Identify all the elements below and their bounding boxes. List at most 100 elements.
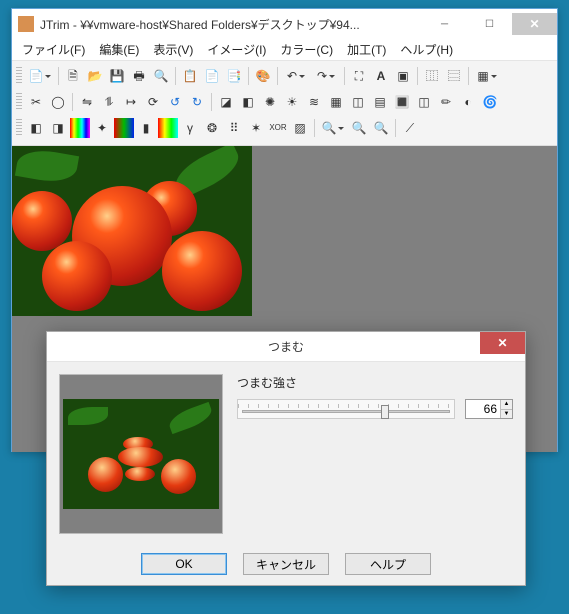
separator xyxy=(468,67,469,85)
cherry-decoration xyxy=(42,241,112,311)
menu-edit[interactable]: 編集(E) xyxy=(93,39,145,60)
cancel-button[interactable]: キャンセル xyxy=(243,553,329,575)
menu-color[interactable]: カラー(C) xyxy=(274,39,339,60)
dialog-buttons: OK キャンセル ヘルプ xyxy=(47,553,525,575)
toolbar-grip[interactable] xyxy=(16,67,22,85)
ok-button[interactable]: OK xyxy=(141,553,227,575)
dialog-close-button[interactable] xyxy=(480,332,525,354)
text-icon[interactable]: A xyxy=(371,66,391,86)
zoom-in-icon[interactable]: 🔍 xyxy=(349,118,369,138)
recent-icon[interactable]: 📄 xyxy=(26,66,54,86)
hue-icon[interactable] xyxy=(70,118,90,138)
eyedropper-icon[interactable]: ⟋ xyxy=(400,118,420,138)
noise-icon[interactable]: ⠿ xyxy=(224,118,244,138)
print-icon[interactable]: 🖶 xyxy=(129,66,149,86)
separator xyxy=(395,119,396,137)
transparent-icon[interactable]: ◐ xyxy=(458,92,478,112)
zoom-fit-icon[interactable]: 🔍 xyxy=(371,118,391,138)
help-button[interactable]: ヘルプ xyxy=(345,553,431,575)
dialog-body: つまむ強さ ▲ ▼ OK キャンセル ヘルプ xyxy=(47,362,525,585)
menu-help[interactable]: ヘルプ(H) xyxy=(394,39,459,60)
spin-down-icon[interactable]: ▼ xyxy=(500,410,512,419)
strength-slider[interactable] xyxy=(237,399,455,419)
rgb-icon[interactable]: ✦ xyxy=(92,118,112,138)
cherry-decoration xyxy=(88,457,123,492)
glass-icon[interactable]: ◫ xyxy=(348,92,368,112)
open-icon[interactable]: 📂 xyxy=(85,66,105,86)
flip-v-icon[interactable]: ⥮ xyxy=(99,92,119,112)
new-icon[interactable]: 🗎 xyxy=(63,66,83,86)
shift-icon[interactable]: ↦ xyxy=(121,92,141,112)
crop-icon[interactable]: ✂ xyxy=(26,92,46,112)
toolbar-grip[interactable] xyxy=(16,93,22,111)
gradient-icon[interactable] xyxy=(158,118,178,138)
zoom-out-icon[interactable]: 🔍 xyxy=(319,118,347,138)
fade-icon[interactable]: ◧ xyxy=(238,92,258,112)
leaf-decoration xyxy=(15,146,79,186)
resize-icon[interactable]: ⛶ xyxy=(349,66,369,86)
rotate-right-icon[interactable]: ↻ xyxy=(187,92,207,112)
compose-icon[interactable]: ▣ xyxy=(393,66,413,86)
copy-icon[interactable]: 📋 xyxy=(180,66,200,86)
grid-icon[interactable]: ▦ xyxy=(473,66,501,86)
paste-new-icon[interactable]: 📑 xyxy=(224,66,244,86)
texture-icon[interactable]: ▤ xyxy=(370,92,390,112)
strength-input[interactable] xyxy=(466,400,500,418)
menubar: ファイル(F) 編集(E) 表示(V) イメージ(I) カラー(C) 加工(T)… xyxy=(12,39,557,61)
gamma-icon[interactable]: γ xyxy=(180,118,200,138)
close-button[interactable] xyxy=(512,13,557,35)
save-icon[interactable]: 💾 xyxy=(107,66,127,86)
slider-thumb[interactable] xyxy=(381,405,389,419)
image-content xyxy=(12,146,252,316)
undo-icon[interactable]: ↶ xyxy=(282,66,310,86)
toolbar-grip[interactable] xyxy=(16,119,22,137)
button-icon[interactable]: 🔳 xyxy=(392,92,412,112)
preview-icon[interactable]: 🔍 xyxy=(151,66,171,86)
contrast-icon[interactable]: ◨ xyxy=(48,118,68,138)
redo-icon[interactable]: ↷ xyxy=(312,66,340,86)
menu-image[interactable]: イメージ(I) xyxy=(201,39,272,60)
xor-icon[interactable]: XOR xyxy=(268,118,288,138)
soft-icon[interactable]: ✺ xyxy=(260,92,280,112)
toolbar-row-2: ✂ ◯ ⇋ ⥮ ↦ ⟳ ↺ ↻ ◪ ◧ ✺ ☀ ≋ ▦ ◫ ▤ 🔳 ◫ ✏ ◐ … xyxy=(16,89,553,115)
join-h-icon[interactable]: ⿲ xyxy=(422,66,442,86)
spread-icon[interactable]: ✶ xyxy=(246,118,266,138)
paste-icon[interactable]: 📄 xyxy=(202,66,222,86)
window-buttons xyxy=(422,13,557,35)
spotlight-icon[interactable]: ☀ xyxy=(282,92,302,112)
blinds-icon[interactable]: ≋ xyxy=(304,92,324,112)
emboss-icon[interactable]: ▨ xyxy=(290,118,310,138)
brightness-icon[interactable]: ◧ xyxy=(26,118,46,138)
join-v-icon[interactable]: ⿳ xyxy=(444,66,464,86)
menu-file[interactable]: ファイル(F) xyxy=(16,39,91,60)
spiral-icon[interactable]: 🌀 xyxy=(480,92,500,112)
spin-up-icon[interactable]: ▲ xyxy=(500,400,512,410)
separator xyxy=(58,67,59,85)
brick-icon[interactable]: ▦ xyxy=(326,92,346,112)
balance-icon[interactable] xyxy=(114,118,134,138)
pencil-icon[interactable]: ✏ xyxy=(436,92,456,112)
leaf-decoration xyxy=(68,407,108,425)
paint-icon[interactable]: 🎨 xyxy=(253,66,273,86)
frame-icon[interactable]: ◫ xyxy=(414,92,434,112)
preview-image xyxy=(63,399,219,509)
strength-spinner[interactable]: ▲ ▼ xyxy=(465,399,513,419)
titlebar[interactable]: JTrim - ¥¥vmware-host¥Shared Folders¥デスク… xyxy=(12,9,557,39)
solarize-icon[interactable]: ❂ xyxy=(202,118,222,138)
posterize-icon[interactable]: ▮ xyxy=(136,118,156,138)
shadow-icon[interactable]: ◪ xyxy=(216,92,236,112)
separator xyxy=(417,67,418,85)
round-crop-icon[interactable]: ◯ xyxy=(48,92,68,112)
rotate-left-icon[interactable]: ↺ xyxy=(165,92,185,112)
separator xyxy=(211,93,212,111)
rotate-icon[interactable]: ⟳ xyxy=(143,92,163,112)
dialog-titlebar[interactable]: つまむ xyxy=(47,332,525,362)
menu-view[interactable]: 表示(V) xyxy=(147,39,199,60)
flip-h-icon[interactable]: ⇋ xyxy=(77,92,97,112)
maximize-button[interactable] xyxy=(467,13,512,35)
separator xyxy=(175,67,176,85)
minimize-button[interactable] xyxy=(422,13,467,35)
window-title: JTrim - ¥¥vmware-host¥Shared Folders¥デスク… xyxy=(40,16,422,33)
menu-process[interactable]: 加工(T) xyxy=(341,39,392,60)
slider-row: ▲ ▼ xyxy=(237,399,513,419)
